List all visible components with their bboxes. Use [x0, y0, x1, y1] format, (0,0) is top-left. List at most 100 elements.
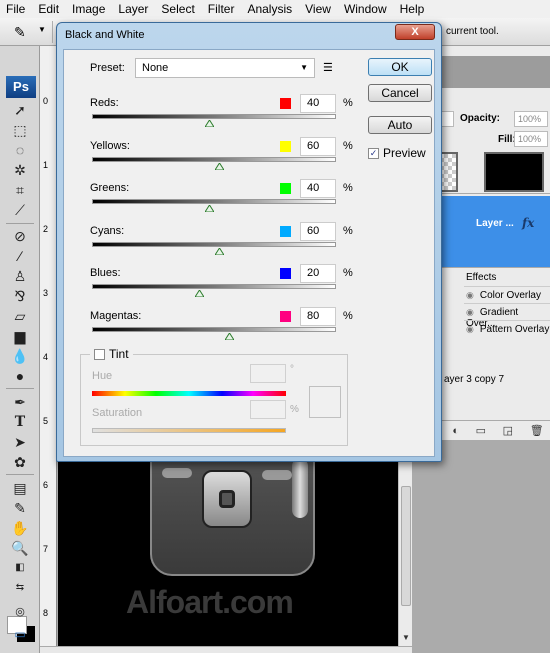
eyedropper-icon[interactable]: ✎ — [10, 498, 30, 518]
brush-icon[interactable]: ∕ — [10, 246, 30, 266]
vertical-ruler: 0 1 2 3 4 5 6 7 8 — [40, 46, 57, 653]
checkbox[interactable]: ✓ — [368, 147, 379, 159]
saturation-input[interactable] — [250, 400, 286, 419]
effect-pattern-overlay[interactable]: ◉ Pattern Overlay — [466, 324, 549, 335]
menu-view[interactable]: View — [305, 2, 331, 16]
layer-name[interactable]: Layer ... — [476, 218, 514, 229]
type-icon[interactable]: T — [10, 412, 30, 432]
preset-options-icon[interactable]: ☰ — [323, 61, 333, 74]
clone-stamp-icon[interactable]: ♙ — [10, 266, 30, 286]
eyedropper-icon[interactable]: ✎ — [14, 24, 26, 41]
close-button[interactable]: X — [395, 24, 435, 40]
scrollbar-thumb[interactable] — [401, 486, 411, 606]
channel-slider-track[interactable] — [92, 241, 336, 247]
default-colors-icon[interactable]: ◧ ⇆ — [10, 558, 30, 593]
percent-label: % — [343, 267, 353, 279]
path-selection-icon[interactable]: ➤ — [10, 432, 30, 452]
menu-file[interactable]: File — [6, 2, 25, 16]
tint-color-swatch[interactable] — [309, 386, 341, 418]
eye-icon[interactable]: ◉ — [466, 307, 474, 317]
slice-icon[interactable]: ⟋ — [10, 200, 30, 220]
eye-icon[interactable]: ◉ — [466, 324, 474, 334]
ruler-label: 4 — [43, 352, 49, 362]
menu-image[interactable]: Image — [72, 2, 105, 16]
hue-slider[interactable] — [92, 391, 286, 396]
blur-icon[interactable]: 💧 — [10, 346, 30, 366]
channel-slider-track[interactable] — [92, 326, 336, 332]
preview-checkbox[interactable]: ✓ Preview — [368, 146, 426, 160]
dodge-icon[interactable]: ● — [10, 366, 30, 386]
menu-window[interactable]: Window — [344, 2, 387, 16]
saturation-slider[interactable] — [92, 428, 286, 433]
fx-icon[interactable]: fx — [522, 216, 534, 230]
menu-filter[interactable]: Filter — [208, 2, 235, 16]
channel-value-input[interactable]: 40 — [300, 179, 336, 198]
slider-thumb[interactable] — [205, 120, 215, 127]
menu-bar: File Edit Image Layer Select Filter Anal… — [0, 0, 550, 18]
zoom-icon[interactable]: 🔍 — [10, 538, 30, 558]
channel-slider-track[interactable] — [92, 199, 336, 204]
screen-mode-icon[interactable]: ▭ — [10, 624, 30, 644]
scroll-down-icon[interactable]: ▼ — [402, 633, 410, 642]
channel-value-input[interactable]: 20 — [300, 264, 336, 283]
auto-button[interactable]: Auto — [368, 116, 432, 134]
history-brush-icon[interactable]: ⅋ — [10, 286, 30, 306]
new-layer-icon[interactable]: ◲ — [503, 424, 513, 437]
ok-button[interactable]: OK — [368, 58, 432, 76]
channel-value-input[interactable]: 60 — [300, 136, 336, 156]
percent-label: % — [343, 224, 353, 237]
opacity-input[interactable]: 100% — [514, 111, 548, 127]
delete-layer-icon[interactable]: 🗑 — [530, 424, 544, 437]
channel-slider-track[interactable] — [92, 284, 336, 289]
menu-select[interactable]: Select — [161, 2, 194, 16]
gradient-icon[interactable]: ▆ — [10, 326, 30, 346]
crop-icon[interactable]: ⌗ — [10, 180, 30, 200]
marquee-icon[interactable]: ⬚ — [10, 120, 30, 140]
pen-icon[interactable]: ✒ — [10, 392, 30, 412]
phone-image — [150, 446, 315, 576]
slider-thumb[interactable] — [224, 332, 234, 340]
tint-checkbox[interactable]: Tint — [90, 347, 133, 361]
channel-value-input[interactable]: 40 — [300, 94, 336, 113]
hue-input[interactable] — [250, 364, 286, 383]
channel-label: Cyans: — [90, 224, 125, 237]
ruler-label: 7 — [43, 544, 49, 554]
hand-icon[interactable]: ✋ — [10, 518, 30, 538]
fill-input[interactable]: 100% — [514, 131, 548, 147]
cancel-button[interactable]: Cancel — [368, 84, 432, 102]
effect-color-overlay[interactable]: ◉ Color Overlay — [466, 290, 541, 301]
move-icon[interactable]: ➚ — [10, 100, 30, 120]
menu-analysis[interactable]: Analysis — [247, 2, 292, 16]
notes-icon[interactable]: ▤ — [10, 478, 30, 498]
channel-color-swatch — [280, 98, 291, 109]
channel-value-input[interactable]: 80 — [300, 306, 336, 326]
healing-brush-icon[interactable]: ⊘ — [10, 226, 30, 246]
preset-select[interactable]: None ▼ — [135, 58, 315, 78]
eraser-icon[interactable]: ▱ — [10, 306, 30, 326]
channel-color-swatch — [280, 225, 291, 237]
photoshop-logo[interactable]: Ps — [6, 76, 36, 98]
channel-value-input[interactable]: 60 — [300, 221, 336, 241]
layer-name[interactable]: ayer 3 copy 7 — [444, 374, 504, 385]
adjustment-layer-icon[interactable]: ◐ — [452, 425, 459, 437]
percent-label: % — [343, 309, 353, 322]
toolbox: Ps ➚ ⬚ ◌ ✲ ⌗ ⟋ ⊘ ∕ ♙ ⅋ ▱ ▆ 💧 ● ✒ T ➤ ✿ ▤… — [0, 46, 40, 653]
tool-preset-dropdown-icon[interactable]: ▼ — [38, 25, 46, 34]
slider-thumb[interactable] — [214, 247, 224, 255]
eye-icon[interactable]: ◉ — [466, 290, 474, 300]
new-group-icon[interactable]: ▭ — [476, 424, 486, 437]
custom-shape-icon[interactable]: ✿ — [10, 452, 30, 472]
channel-slider-track[interactable] — [92, 114, 336, 119]
menu-layer[interactable]: Layer — [118, 2, 148, 16]
checkbox[interactable] — [94, 348, 105, 360]
lasso-icon[interactable]: ◌ — [10, 140, 30, 160]
magic-wand-icon[interactable]: ✲ — [10, 160, 30, 180]
slider-thumb[interactable] — [195, 290, 205, 297]
channel-slider-track[interactable] — [92, 156, 336, 162]
opacity-label: Opacity: — [460, 113, 501, 124]
quick-mask-icon[interactable]: ◎ — [10, 602, 30, 622]
menu-edit[interactable]: Edit — [38, 2, 59, 16]
slider-thumb[interactable] — [205, 205, 215, 212]
slider-thumb[interactable] — [214, 162, 224, 170]
menu-help[interactable]: Help — [400, 2, 425, 16]
